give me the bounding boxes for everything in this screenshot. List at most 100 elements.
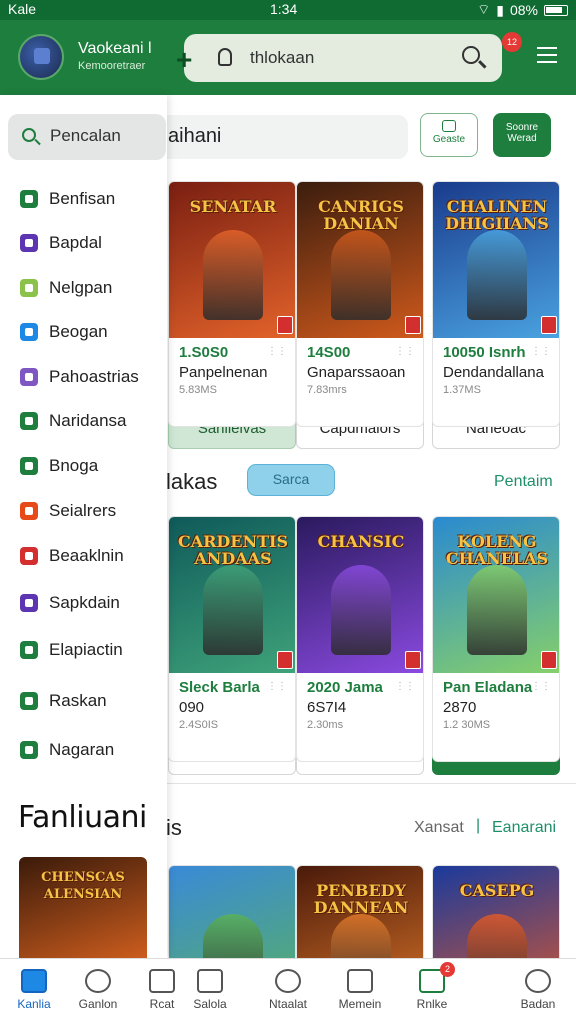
more-icon[interactable]: ⋮⋮	[395, 681, 415, 692]
more-icon[interactable]: ⋮⋮	[395, 346, 415, 357]
more-icon[interactable]: ⋮⋮	[531, 681, 551, 692]
search-icon[interactable]	[462, 46, 480, 64]
bottom-nav-item[interactable]: Ntaalat	[256, 959, 320, 1024]
drawer-item[interactable]: Sapkdain	[0, 583, 166, 623]
product-art: SENATAR	[169, 182, 295, 338]
menu-icon[interactable]	[537, 47, 557, 65]
bottom-nav-item[interactable]: Salola	[178, 959, 242, 1024]
status-bar: Kale 1:34 ⌔ ▮ 08%	[0, 0, 576, 20]
drawer-item-label: Bnoga	[49, 456, 99, 475]
section-title-3: is	[166, 815, 182, 840]
search-bar[interactable]: thlokaan	[184, 34, 502, 82]
product-art: CASEPG	[433, 866, 559, 958]
drawer-item[interactable]: Pahoastrias	[0, 357, 166, 397]
account-name: Vaokeani l	[78, 40, 152, 57]
tag-icon	[197, 969, 223, 993]
product-price: 14S00	[307, 344, 351, 361]
drawer-item[interactable]: Raskan	[0, 681, 166, 721]
bottom-nav-item[interactable]: Badan	[506, 959, 570, 1024]
product-meta: 1.2 30MS	[443, 719, 491, 731]
product-card[interactable]: PENBEDY DANNEAN	[296, 865, 424, 958]
drawer-item[interactable]: Naridansa	[0, 401, 166, 441]
drawer-item[interactable]: Nelgpan	[0, 268, 166, 308]
product-card[interactable]: CARDENTIS ANDAAS Sleck Barla 090 2.4S0IS ⋮⋮	[168, 516, 296, 762]
product-art	[169, 866, 295, 958]
drawer-search-label: Pencalan	[50, 126, 121, 145]
product-art-title: KOLENG CHANELAS	[445, 532, 549, 568]
drawer-item-label: Benfisan	[49, 189, 116, 208]
product-card[interactable]: CHANSIC 2020 Jama 6S7I4 2.30ms ⋮⋮	[296, 516, 424, 762]
bottom-nav-item[interactable]: Memein	[328, 959, 392, 1024]
at-icon	[20, 692, 38, 710]
drawer-item[interactable]: Bnoga	[0, 446, 166, 486]
section-link-3b[interactable]: Eanarani	[492, 819, 556, 837]
drawer-item[interactable]: Seialrers	[0, 491, 166, 531]
music-icon	[20, 741, 38, 759]
drawer-featured-art: CHENSCAS ALENSIAN	[19, 857, 147, 967]
sale-tag-icon	[541, 316, 557, 334]
section-link-3a[interactable]: Xansat	[414, 819, 464, 837]
section-filter-pill[interactable]: Sarca	[247, 464, 335, 496]
home-icon	[21, 969, 47, 993]
product-meta: 1.37MS	[443, 384, 481, 396]
drawer-item-label: Nelgpan	[49, 278, 113, 297]
tag-icon	[20, 594, 38, 612]
bottom-nav-item[interactable]: Kanlia	[2, 959, 66, 1024]
character-illustration	[467, 230, 527, 320]
add-icon[interactable]: +	[176, 44, 192, 76]
list-icon	[347, 969, 373, 993]
square-icon	[20, 234, 38, 252]
product-card[interactable]	[168, 865, 296, 958]
filter-button-label: Geaste	[432, 134, 466, 145]
drawer-search[interactable]: Pencalan	[8, 114, 166, 160]
drawer-item[interactable]: Beogan	[0, 312, 166, 352]
drawer-item[interactable]: Nagaran	[0, 730, 166, 770]
battery-icon	[544, 4, 568, 16]
product-art-title: SENATAR	[189, 197, 277, 216]
grid-icon	[20, 457, 38, 475]
character-illustration	[331, 914, 391, 958]
primary-action-button[interactable]: Soonre Werad	[493, 113, 551, 157]
notification-badge[interactable]: 12	[502, 32, 522, 52]
more-icon[interactable]: ⋮⋮	[267, 681, 287, 692]
bag-icon	[442, 120, 456, 132]
drawer-item[interactable]: Bapdal	[0, 223, 166, 263]
product-price: Sleck Barla	[179, 679, 260, 696]
character-illustration	[467, 914, 527, 958]
character-illustration	[203, 914, 263, 958]
drawer-featured-card[interactable]: CHENSCAS ALENSIAN	[19, 857, 147, 967]
drawer-item[interactable]: Benfisan	[0, 179, 166, 219]
character-illustration	[203, 565, 263, 655]
product-card[interactable]: KOLENG CHANELAS Pan Eladana 2870 1.2 30MS ⋮⋮	[432, 516, 560, 762]
product-meta: 2.4S0IS	[179, 719, 219, 731]
product-art: CANRIGS DANIAN	[297, 182, 423, 338]
bottom-nav-label: Badan	[520, 997, 556, 1011]
drawer-item-label: Nagaran	[49, 740, 115, 759]
drawer-item[interactable]: Elapiactin	[0, 630, 166, 670]
product-card[interactable]: CASEPG	[432, 865, 560, 958]
apps-icon	[20, 502, 38, 520]
more-icon[interactable]: ⋮⋮	[267, 346, 287, 357]
bell-icon[interactable]	[218, 48, 232, 66]
drawer-item[interactable]: Beaaklnin	[0, 536, 166, 576]
drawer-item-label: Elapiactin	[49, 640, 123, 659]
wifi-icon: ⌔	[477, 1, 491, 17]
product-art-title: CANRIGS DANIAN	[318, 197, 404, 233]
section-link-2[interactable]: Pentaim	[494, 473, 553, 491]
account-subtitle: Kemooretraer	[78, 60, 146, 72]
sparkle-icon	[20, 368, 38, 386]
avatar[interactable]	[18, 34, 64, 80]
product-card[interactable]: SENATAR 1.S0S0 Panpelnenan 5.83MS ⋮⋮	[168, 181, 296, 427]
product-card[interactable]: CANRIGS DANIAN 14S00 Gnaparssaoan 7.83mrs ⋮⋮	[296, 181, 424, 427]
bottom-nav: Kanlia Ganlon Rcat Salola Ntaalat Memein Rnlke…	[0, 958, 576, 1024]
section-title-2: lakas	[166, 469, 218, 494]
filter-button[interactable]: Geaste	[420, 113, 478, 157]
content-search-field[interactable]: aihani	[150, 115, 408, 159]
more-icon[interactable]: ⋮⋮	[531, 346, 551, 357]
sale-tag-icon	[405, 316, 421, 334]
product-name: Panpelnenan	[179, 364, 268, 381]
product-card[interactable]: CHALINEN DHIGIIANS 10050 Isnrh Dendandalla…	[432, 181, 560, 427]
bottom-nav-item[interactable]: Ganlon	[66, 959, 130, 1024]
app-bar: Vaokeani l Kemooretraer thlokaan + 12	[0, 20, 576, 95]
search-input[interactable]: thlokaan	[250, 48, 314, 68]
